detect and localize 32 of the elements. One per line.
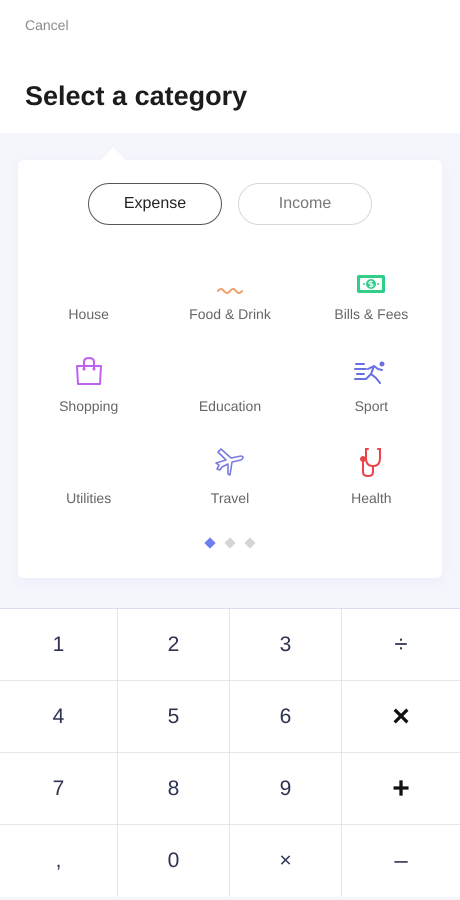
keypad-key[interactable]: 4 [0, 681, 118, 753]
airplane-icon [214, 446, 246, 478]
shopping-bag-icon [74, 356, 103, 386]
page-title: Select a category [25, 80, 248, 113]
category-item[interactable]: Shopping [59, 396, 118, 417]
category-item[interactable]: Health [351, 488, 392, 509]
keypad-key[interactable]: 3 [230, 609, 342, 681]
category-item[interactable]: Travel [210, 488, 250, 509]
keypad-key[interactable]: 2 [118, 609, 230, 681]
keypad-key[interactable]: 8 [118, 753, 230, 825]
keypad-key[interactable]: 7 [0, 753, 118, 825]
keypad-key[interactable]: 1 [0, 609, 118, 681]
category-item[interactable]: House [68, 304, 109, 325]
keypad-key[interactable]: 5 [118, 681, 230, 753]
wave-icon [216, 286, 243, 294]
keypad-key[interactable]: × [342, 681, 460, 753]
category-item[interactable]: Food & Drink [189, 304, 271, 325]
keypad-key[interactable]: – [342, 825, 460, 897]
category-item[interactable]: Utilities [66, 488, 112, 509]
type-tab[interactable]: Expense [88, 183, 222, 225]
category-item[interactable]: Sport [354, 396, 388, 417]
category-item[interactable]: Education [198, 396, 262, 417]
keypad-key[interactable]: × [230, 825, 342, 897]
keypad-key[interactable]: 9 [230, 753, 342, 825]
banknote-icon [356, 274, 386, 294]
keypad-key[interactable]: + [342, 753, 460, 825]
keypad-key[interactable]: , [0, 825, 118, 897]
keypad-key[interactable]: ÷ [342, 609, 460, 681]
category-item[interactable]: Bills & Fees [334, 304, 408, 325]
type-tab[interactable]: Income [238, 183, 372, 225]
keypad-key[interactable]: 0 [118, 825, 230, 897]
keypad-key[interactable]: 6 [230, 681, 342, 753]
